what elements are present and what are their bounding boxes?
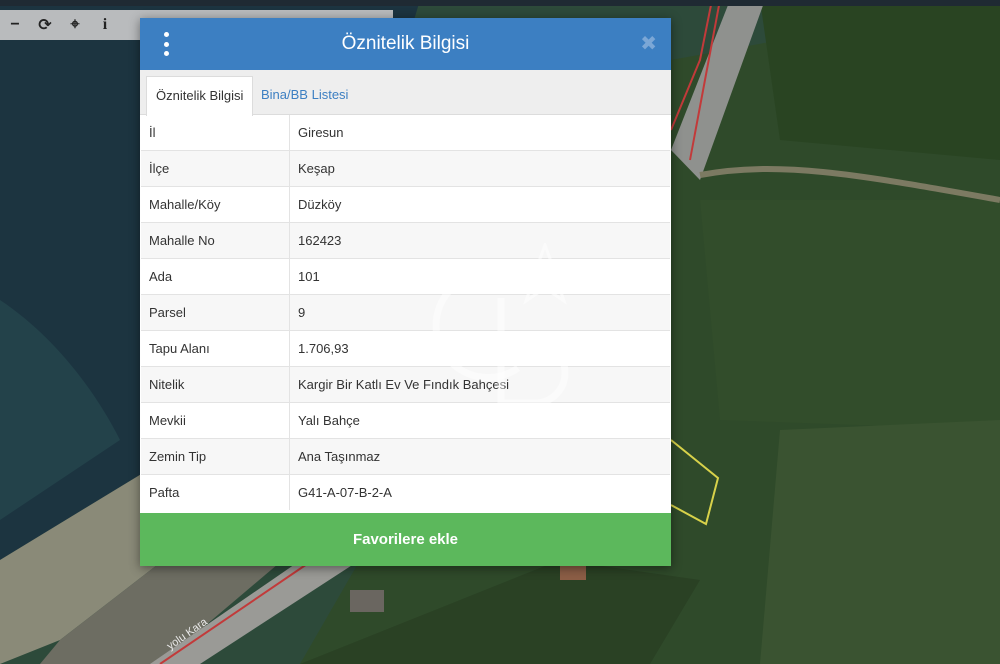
table-row: Pafta G41-A-07-B-2-A [141, 474, 670, 510]
tab-building-list[interactable]: Bina/BB Listesi [252, 76, 357, 114]
attribute-value: Yalı Bahçe [289, 402, 670, 439]
attribute-value: G41-A-07-B-2-A [289, 474, 670, 510]
attribute-key: Mahalle No [141, 222, 290, 259]
table-row: Nitelik Kargir Bir Katlı Ev Ve Fındık Bah… [141, 366, 670, 403]
attribute-key: Tapu Alanı [141, 330, 290, 367]
table-row: Ada 101 [141, 258, 670, 295]
table-row: Tapu Alanı 1.706,93 [141, 330, 670, 367]
table-row: Mahalle No 162423 [141, 222, 670, 259]
close-icon[interactable]: ✖ [640, 32, 657, 56]
attribute-value: 162423 [289, 222, 670, 259]
table-row: Mahalle/Köy Düzköy [141, 186, 670, 223]
tab-attribute-info[interactable]: Öznitelik Bilgisi [146, 76, 254, 116]
attribute-value: Kargir Bir Katlı Ev Ve Fındık Bahçesi [289, 366, 670, 403]
attribute-dialog: Öznitelik Bilgisi ✖ Öznitelik Bilgisi Bi… [140, 18, 671, 566]
attribute-key: Pafta [141, 474, 290, 510]
attribute-key: İlçe [141, 150, 290, 187]
info-icon[interactable]: i [90, 10, 120, 40]
attribute-value: 1.706,93 [289, 330, 670, 367]
locate-icon[interactable]: ⌖ [60, 10, 90, 40]
attribute-key: Ada [141, 258, 290, 295]
dialog-title: Öznitelik Bilgisi [341, 33, 470, 54]
tab-bar: Öznitelik Bilgisi Bina/BB Listesi [140, 70, 671, 116]
refresh-icon[interactable]: ⟳ [30, 10, 60, 40]
attribute-value: Keşap [289, 150, 670, 187]
attribute-value: Ana Taşınmaz [289, 438, 670, 475]
dialog-header: Öznitelik Bilgisi ✖ [140, 18, 671, 70]
table-row: Mevkii Yalı Bahçe [141, 402, 670, 439]
attribute-key: Nitelik [141, 366, 290, 403]
zoom-out-button[interactable]: − [0, 10, 30, 40]
attribute-value: Giresun [298, 125, 344, 140]
table-row: İl Giresun [141, 115, 670, 151]
attribute-value: 9 [289, 294, 670, 331]
attribute-key: Mevkii [141, 402, 290, 439]
attribute-key: İl [141, 115, 290, 151]
add-to-favorites-button[interactable]: Favorilere ekle [140, 513, 671, 566]
attribute-key: Parsel [141, 294, 290, 331]
attribute-table: İl Giresun İlçe Keşap Mahalle/Köy Düzköy Mahal… [141, 115, 670, 510]
attribute-key: Mahalle/Köy [141, 186, 290, 223]
table-row: Zemin Tip Ana Taşınmaz [141, 438, 670, 475]
table-row: İlçe Keşap [141, 150, 670, 187]
attribute-value: 101 [289, 258, 670, 295]
table-row: Parsel 9 [141, 294, 670, 331]
attribute-key: Zemin Tip [141, 438, 290, 475]
attribute-value: Düzköy [289, 186, 670, 223]
